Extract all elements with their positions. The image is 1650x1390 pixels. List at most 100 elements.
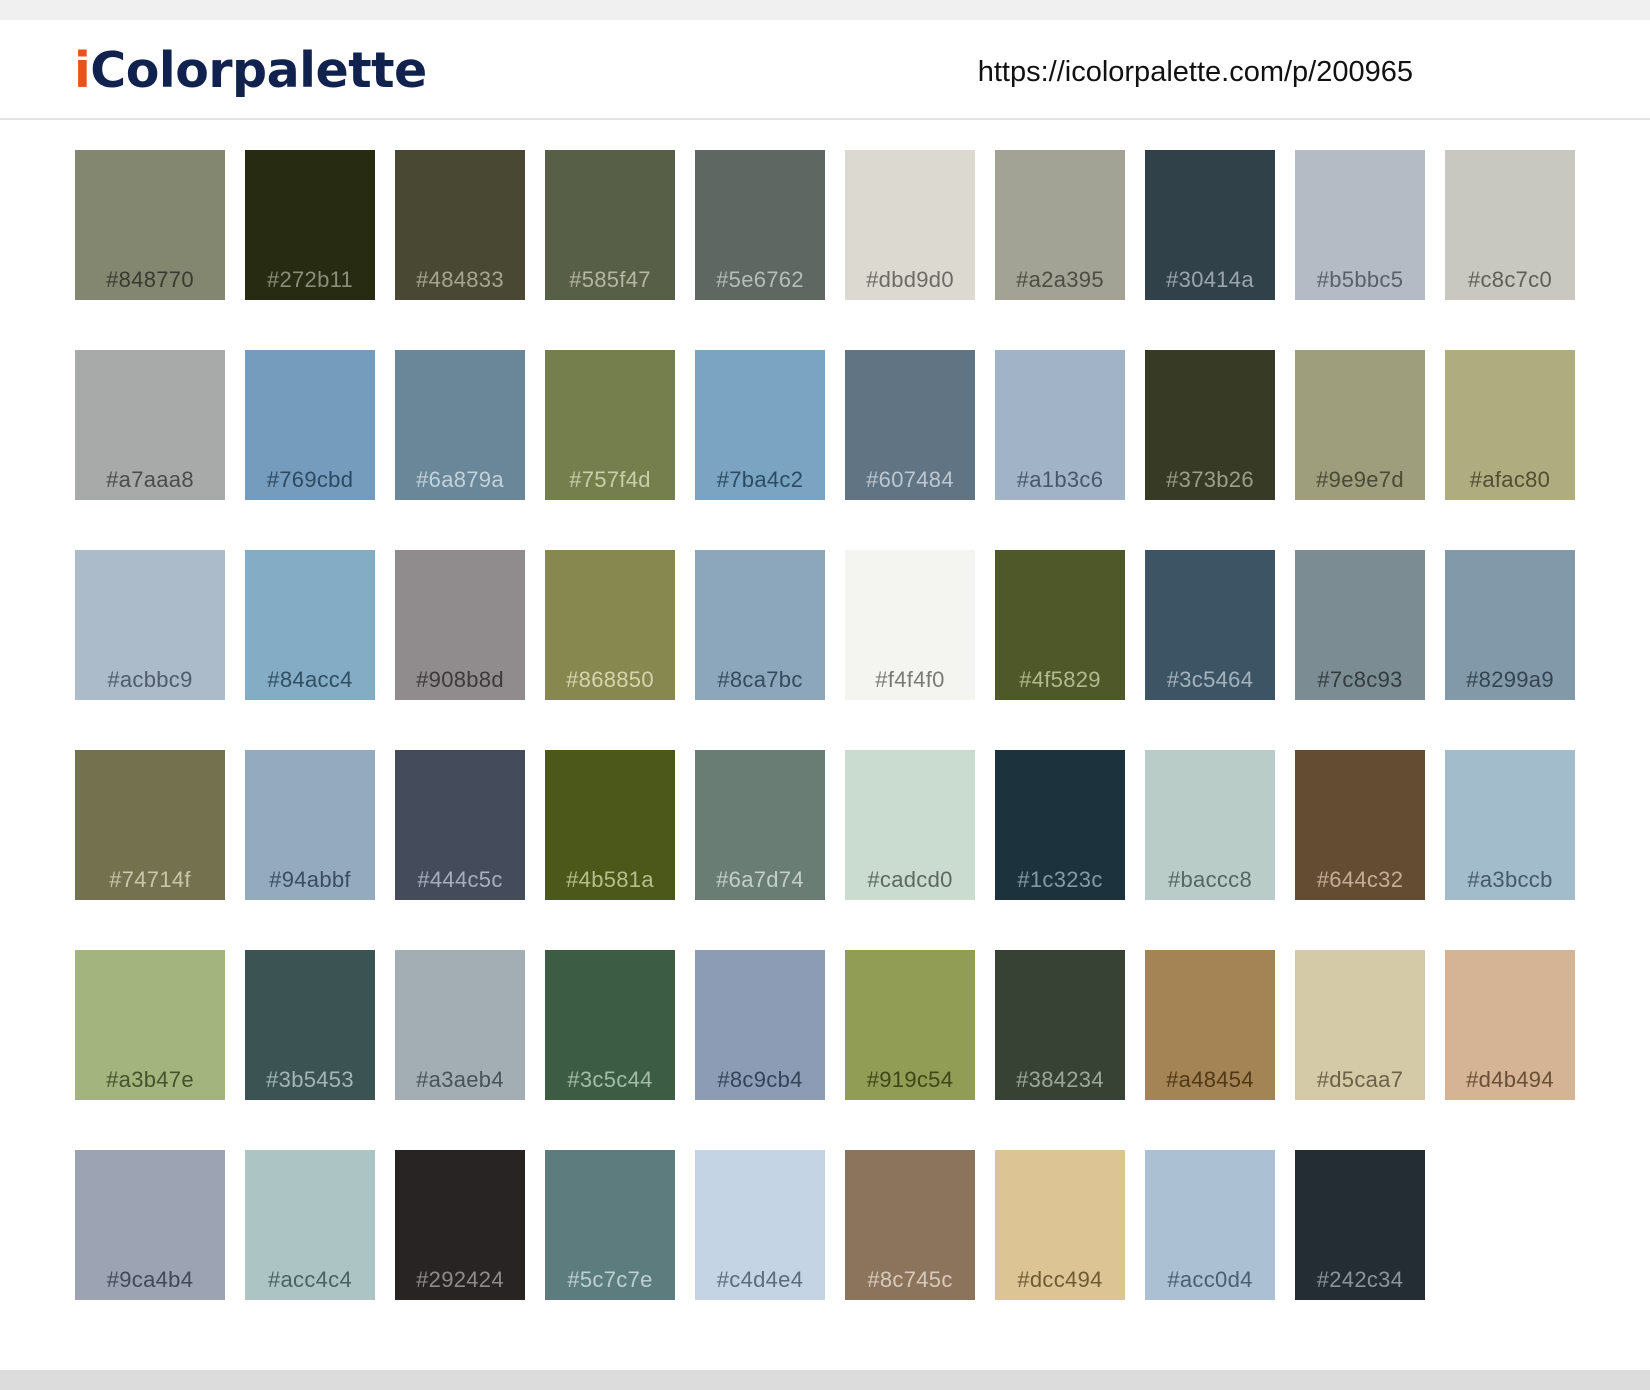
color-swatch[interactable]: #afac80 [1445,350,1575,500]
color-swatch[interactable]: #a3b47e [75,950,225,1100]
swatch-hex-label: #f4f4f0 [875,667,945,692]
color-swatch[interactable]: #5e6762 [695,150,825,300]
swatch-hex-label: #84acc4 [267,667,353,692]
color-swatch[interactable]: #8c9cb4 [695,950,825,1100]
color-swatch[interactable]: #3c5464 [1145,550,1275,700]
swatch-hex-label: #8299a9 [1466,667,1554,692]
swatch-hex-label: #8ca7bc [717,667,803,692]
swatch-hex-label: #444c5c [417,867,503,892]
color-swatch[interactable]: #cadcd0 [845,750,975,900]
swatch-hex-label: #acbbc9 [107,667,193,692]
swatch-hex-label: #dbd9d0 [866,267,954,292]
color-swatch[interactable]: #644c32 [1295,750,1425,900]
color-swatch[interactable]: #d5caa7 [1295,950,1425,1100]
swatch-hex-label: #5c7c7e [567,1267,653,1292]
color-swatch[interactable]: #6a7d74 [695,750,825,900]
swatch-hex-label: #384234 [1016,1067,1104,1092]
color-swatch[interactable]: #3b5453 [245,950,375,1100]
site-logo[interactable]: iColorpalette [74,42,427,99]
color-swatch[interactable]: #868850 [545,550,675,700]
color-swatch[interactable]: #dcc494 [995,1150,1125,1300]
color-swatch[interactable]: #c4d4e4 [695,1150,825,1300]
color-swatch[interactable]: #9e9e7d [1295,350,1425,500]
palette-url[interactable]: https://icolorpalette.com/p/200965 [978,56,1413,89]
color-swatch[interactable]: #848770 [75,150,225,300]
swatch-hex-label: #3c5c44 [567,1067,653,1092]
color-swatch[interactable]: #acbbc9 [75,550,225,700]
swatch-hex-label: #8c745c [867,1267,953,1292]
color-swatch[interactable]: #c8c7c0 [1445,150,1575,300]
swatch-hex-label: #5e6762 [716,267,804,292]
color-swatch[interactable]: #757f4d [545,350,675,500]
color-swatch[interactable]: #919c54 [845,950,975,1100]
color-swatch[interactable]: #908b8d [395,550,525,700]
swatch-hex-label: #373b26 [1166,467,1254,492]
color-swatch[interactable]: #3c5c44 [545,950,675,1100]
color-swatch[interactable]: #a3bccb [1445,750,1575,900]
color-swatch[interactable]: #b5bbc5 [1295,150,1425,300]
color-swatch[interactable]: #4f5829 [995,550,1125,700]
swatch-hex-label: #292424 [416,1267,504,1292]
swatch-hex-label: #74714f [109,867,191,892]
color-swatch[interactable]: #384234 [995,950,1125,1100]
logo-wordmark: Colorpalette [90,42,427,99]
color-swatch[interactable]: #1c323c [995,750,1125,900]
color-swatch[interactable]: #a3aeb4 [395,950,525,1100]
swatch-hex-label: #868850 [566,667,654,692]
color-swatch[interactable]: #292424 [395,1150,525,1300]
color-swatch[interactable]: #74714f [75,750,225,900]
color-swatch[interactable]: #272b11 [245,150,375,300]
header: iColorpalette https://icolorpalette.com/… [0,20,1650,120]
color-swatch[interactable]: #baccc8 [1145,750,1275,900]
color-swatch[interactable]: #769cbd [245,350,375,500]
color-swatch[interactable]: #8299a9 [1445,550,1575,700]
swatch-hex-label: #dcc494 [1017,1267,1103,1292]
swatch-hex-label: #acc0d4 [1167,1267,1253,1292]
color-swatch[interactable]: #a2a395 [995,150,1125,300]
swatch-hex-label: #30414a [1166,267,1254,292]
swatch-hex-label: #919c54 [866,1067,954,1092]
color-swatch[interactable]: #94abbf [245,750,375,900]
color-swatch[interactable]: #9ca4b4 [75,1150,225,1300]
color-swatch[interactable]: #acc4c4 [245,1150,375,1300]
swatch-hex-label: #afac80 [1469,467,1551,492]
color-swatch[interactable]: #5c7c7e [545,1150,675,1300]
color-swatch[interactable]: #8ca7bc [695,550,825,700]
color-swatch[interactable]: #a1b3c6 [995,350,1125,500]
color-swatch[interactable]: #7c8c93 [1295,550,1425,700]
swatch-hex-label: #585f47 [569,267,651,292]
color-swatch[interactable]: #484833 [395,150,525,300]
color-swatch[interactable]: #30414a [1145,150,1275,300]
swatch-hex-label: #4f5829 [1019,667,1101,692]
color-swatch[interactable]: #242c34 [1295,1150,1425,1300]
swatch-hex-label: #9ca4b4 [106,1267,194,1292]
swatch-hex-label: #6a879a [416,467,504,492]
swatch-hex-label: #d4b494 [1466,1067,1554,1092]
color-swatch[interactable]: #dbd9d0 [845,150,975,300]
color-swatch-grid: #848770 #272b11 #484833 #585f47 #5e6762 #dbd9… [75,150,1575,1300]
swatch-hex-label: #a7aaa8 [106,467,194,492]
color-swatch[interactable]: #8c745c [845,1150,975,1300]
swatch-hex-label: #607484 [866,467,954,492]
color-swatch[interactable]: #d4b494 [1445,950,1575,1100]
color-swatch[interactable]: #f4f4f0 [845,550,975,700]
footer-bar [0,1370,1650,1390]
swatch-hex-label: #7ba4c2 [716,467,804,492]
swatch-hex-label: #a3bccb [1467,867,1553,892]
color-swatch[interactable]: #373b26 [1145,350,1275,500]
swatch-hex-label: #484833 [416,267,504,292]
color-swatch[interactable]: #585f47 [545,150,675,300]
swatch-hex-label: #1c323c [1017,867,1103,892]
color-swatch[interactable]: #acc0d4 [1145,1150,1275,1300]
color-swatch[interactable]: #444c5c [395,750,525,900]
color-swatch[interactable]: #4b581a [545,750,675,900]
color-swatch[interactable]: #a48454 [1145,950,1275,1100]
swatch-hex-label: #cadcd0 [867,867,953,892]
swatch-hex-label: #9e9e7d [1316,467,1404,492]
color-swatch[interactable]: #84acc4 [245,550,375,700]
color-swatch[interactable]: #a7aaa8 [75,350,225,500]
color-swatch[interactable]: #607484 [845,350,975,500]
swatch-hex-label: #3b5453 [266,1067,354,1092]
color-swatch[interactable]: #7ba4c2 [695,350,825,500]
color-swatch[interactable]: #6a879a [395,350,525,500]
